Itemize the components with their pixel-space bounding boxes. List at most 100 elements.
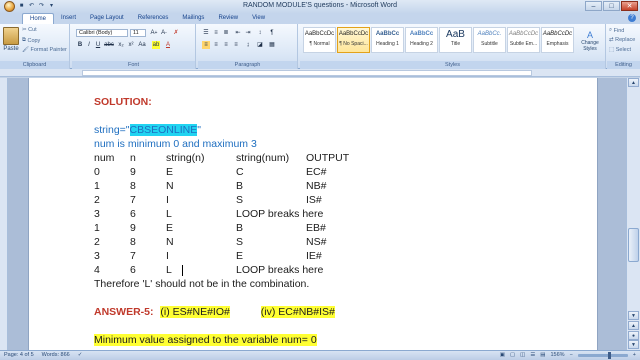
tab-view[interactable]: View xyxy=(245,13,272,24)
tab-home[interactable]: Home xyxy=(22,13,55,24)
bold-icon[interactable]: B xyxy=(76,41,84,49)
cell-n: 7 xyxy=(130,250,136,262)
editing-group: ⌕ Find ⇄ Replace ⬚ Select Editing xyxy=(607,24,640,69)
justify-icon[interactable]: ≡ xyxy=(232,41,240,49)
status-bar: Page: 4 of 5 Words: 866 ✓ ▣ ▢ ◫ ☰ ▤ 156%… xyxy=(0,350,640,360)
style-subtle-emphasis[interactable]: AaBbCcDc Subtle Em... xyxy=(507,27,540,53)
shading-icon[interactable]: ◪ xyxy=(256,41,264,49)
zoom-out-icon[interactable]: − xyxy=(570,351,573,360)
replace-button[interactable]: ⇄ Replace xyxy=(609,37,635,43)
decrease-indent-icon[interactable]: ⇤ xyxy=(234,29,242,37)
cell-string-n: E xyxy=(166,166,174,178)
tab-review[interactable]: Review xyxy=(211,13,245,24)
style-name: Heading 1 xyxy=(376,41,399,47)
cell-n: 7 xyxy=(130,194,136,206)
change-case-icon[interactable]: Aa xyxy=(138,41,146,49)
help-icon[interactable]: ? xyxy=(628,14,636,22)
tab-insert[interactable]: Insert xyxy=(54,13,83,24)
italic-icon[interactable]: I xyxy=(85,41,93,49)
close-button[interactable]: ✕ xyxy=(621,1,638,11)
increase-indent-icon[interactable]: ⇥ xyxy=(244,29,252,37)
zoom-in-icon[interactable]: + xyxy=(633,351,636,360)
document-body[interactable]: SOLUTION: string="CBSEONLINE" num is min… xyxy=(94,95,349,347)
copy-button[interactable]: ⧉ Copy xyxy=(22,37,40,44)
font-color-icon[interactable]: A xyxy=(164,41,172,49)
style-sample: AaBbCcDc xyxy=(542,31,573,37)
scroll-down-button[interactable]: ▼ xyxy=(628,311,639,320)
document-page[interactable]: SOLUTION: string="CBSEONLINE" num is min… xyxy=(28,78,598,350)
scroll-thumb[interactable] xyxy=(628,228,639,262)
paste-button[interactable]: Paste xyxy=(2,46,20,52)
select-browse-object-button[interactable]: ● xyxy=(628,331,639,340)
maximize-button[interactable]: □ xyxy=(603,1,620,11)
style-subtitle[interactable]: AaBbCc. Subtitle xyxy=(473,27,506,53)
line-spacing-icon[interactable]: ↨ xyxy=(244,41,252,49)
format-painter-button[interactable]: 🖌 Format Painter xyxy=(22,47,67,53)
tab-page-layout[interactable]: Page Layout xyxy=(83,13,131,24)
draft-icon[interactable]: ▤ xyxy=(540,351,545,360)
style-sample: AaBbCcDc xyxy=(508,31,539,37)
minimize-button[interactable]: – xyxy=(585,1,602,11)
range-line: num is minimum 0 and maximum 3 xyxy=(94,138,257,150)
scroll-up-button[interactable]: ▲ xyxy=(628,78,639,87)
underline-icon[interactable]: U xyxy=(94,41,102,49)
borders-icon[interactable]: ▦ xyxy=(268,41,276,49)
answer-option-i: (i) ES#NE#IO# xyxy=(160,306,230,318)
clear-format-icon[interactable]: ✗ xyxy=(172,29,180,37)
proofing-icon[interactable]: ✓ xyxy=(78,351,83,360)
style-sample: AaBbCcDc xyxy=(338,31,369,37)
horizontal-ruler[interactable] xyxy=(0,69,640,77)
full-screen-icon[interactable]: ▢ xyxy=(510,351,515,360)
font-name-select[interactable]: Calibri (Body) xyxy=(76,29,128,37)
change-styles-icon: A xyxy=(586,30,593,40)
shrink-font-icon[interactable]: A- xyxy=(160,29,168,37)
bullets-icon[interactable]: ☰ xyxy=(202,29,210,37)
tab-mailings[interactable]: Mailings xyxy=(175,13,211,24)
find-button[interactable]: ⌕ Find xyxy=(609,27,624,34)
select-icon: ⬚ xyxy=(609,47,616,53)
multilevel-list-icon[interactable]: ≣ xyxy=(222,29,230,37)
numbering-icon[interactable]: ≡ xyxy=(212,29,220,37)
align-right-icon[interactable]: ≡ xyxy=(222,41,230,49)
page-count[interactable]: Page: 4 of 5 xyxy=(4,351,34,360)
show-marks-icon[interactable]: ¶ xyxy=(268,29,276,37)
style-emphasis[interactable]: AaBbCcDc Emphasis xyxy=(541,27,574,53)
strikethrough-icon[interactable]: abc xyxy=(104,41,114,49)
style-title[interactable]: AaB Title xyxy=(439,27,472,53)
next-page-button[interactable]: ▼ xyxy=(628,340,639,349)
tab-references[interactable]: References xyxy=(131,13,176,24)
style-heading-1[interactable]: AaBbCc Heading 1 xyxy=(371,27,404,53)
grow-font-icon[interactable]: A + xyxy=(150,29,158,37)
style-normal[interactable]: AaBbCcDc ¶ Normal xyxy=(303,27,336,53)
outline-icon[interactable]: ☰ xyxy=(530,351,535,360)
change-styles-button[interactable]: A Change Styles xyxy=(576,28,604,54)
print-layout-icon[interactable]: ▣ xyxy=(500,351,505,360)
cell-num: 0 xyxy=(94,166,100,178)
paragraph-group-label: Paragraph xyxy=(198,61,297,69)
header-string-n: string(n) xyxy=(166,152,205,164)
zoom-level[interactable]: 156% xyxy=(550,351,564,360)
table-header: num n string(n) string(num) OUTPUT xyxy=(94,151,349,165)
font-size-select[interactable]: 11 xyxy=(130,29,146,37)
align-center-icon[interactable]: ≡ xyxy=(212,41,220,49)
cut-button[interactable]: ✂ Cut xyxy=(22,27,37,33)
align-left-icon[interactable]: ≡ xyxy=(202,41,210,49)
style-no-spacing[interactable]: AaBbCcDc ¶ No Spaci... xyxy=(337,27,370,53)
vertical-scrollbar[interactable]: ▲ ▼ ▲ ● ▼ xyxy=(626,78,640,350)
answer-line: ANSWER-5: (i) ES#NE#IO# (iv) EC#NB#IS# xyxy=(94,305,335,319)
style-heading-2[interactable]: AaBbCc Heading 2 xyxy=(405,27,438,53)
previous-page-button[interactable]: ▲ xyxy=(628,321,639,330)
select-button[interactable]: ⬚ Select xyxy=(609,47,631,53)
word-count[interactable]: Words: 866 xyxy=(42,351,70,360)
vertical-ruler[interactable] xyxy=(0,78,8,350)
sort-icon[interactable]: ↕ xyxy=(256,29,264,37)
web-layout-icon[interactable]: ◫ xyxy=(520,351,525,360)
cell-n: 6 xyxy=(130,208,136,220)
cell-string-n: N xyxy=(166,180,174,192)
zoom-slider[interactable] xyxy=(577,352,628,359)
highlight-icon[interactable]: ab xyxy=(152,41,160,49)
style-name: ¶ No Spaci... xyxy=(339,41,368,47)
superscript-icon[interactable]: x² xyxy=(127,41,135,49)
subscript-icon[interactable]: x₂ xyxy=(117,41,125,49)
paste-icon[interactable] xyxy=(3,27,19,45)
